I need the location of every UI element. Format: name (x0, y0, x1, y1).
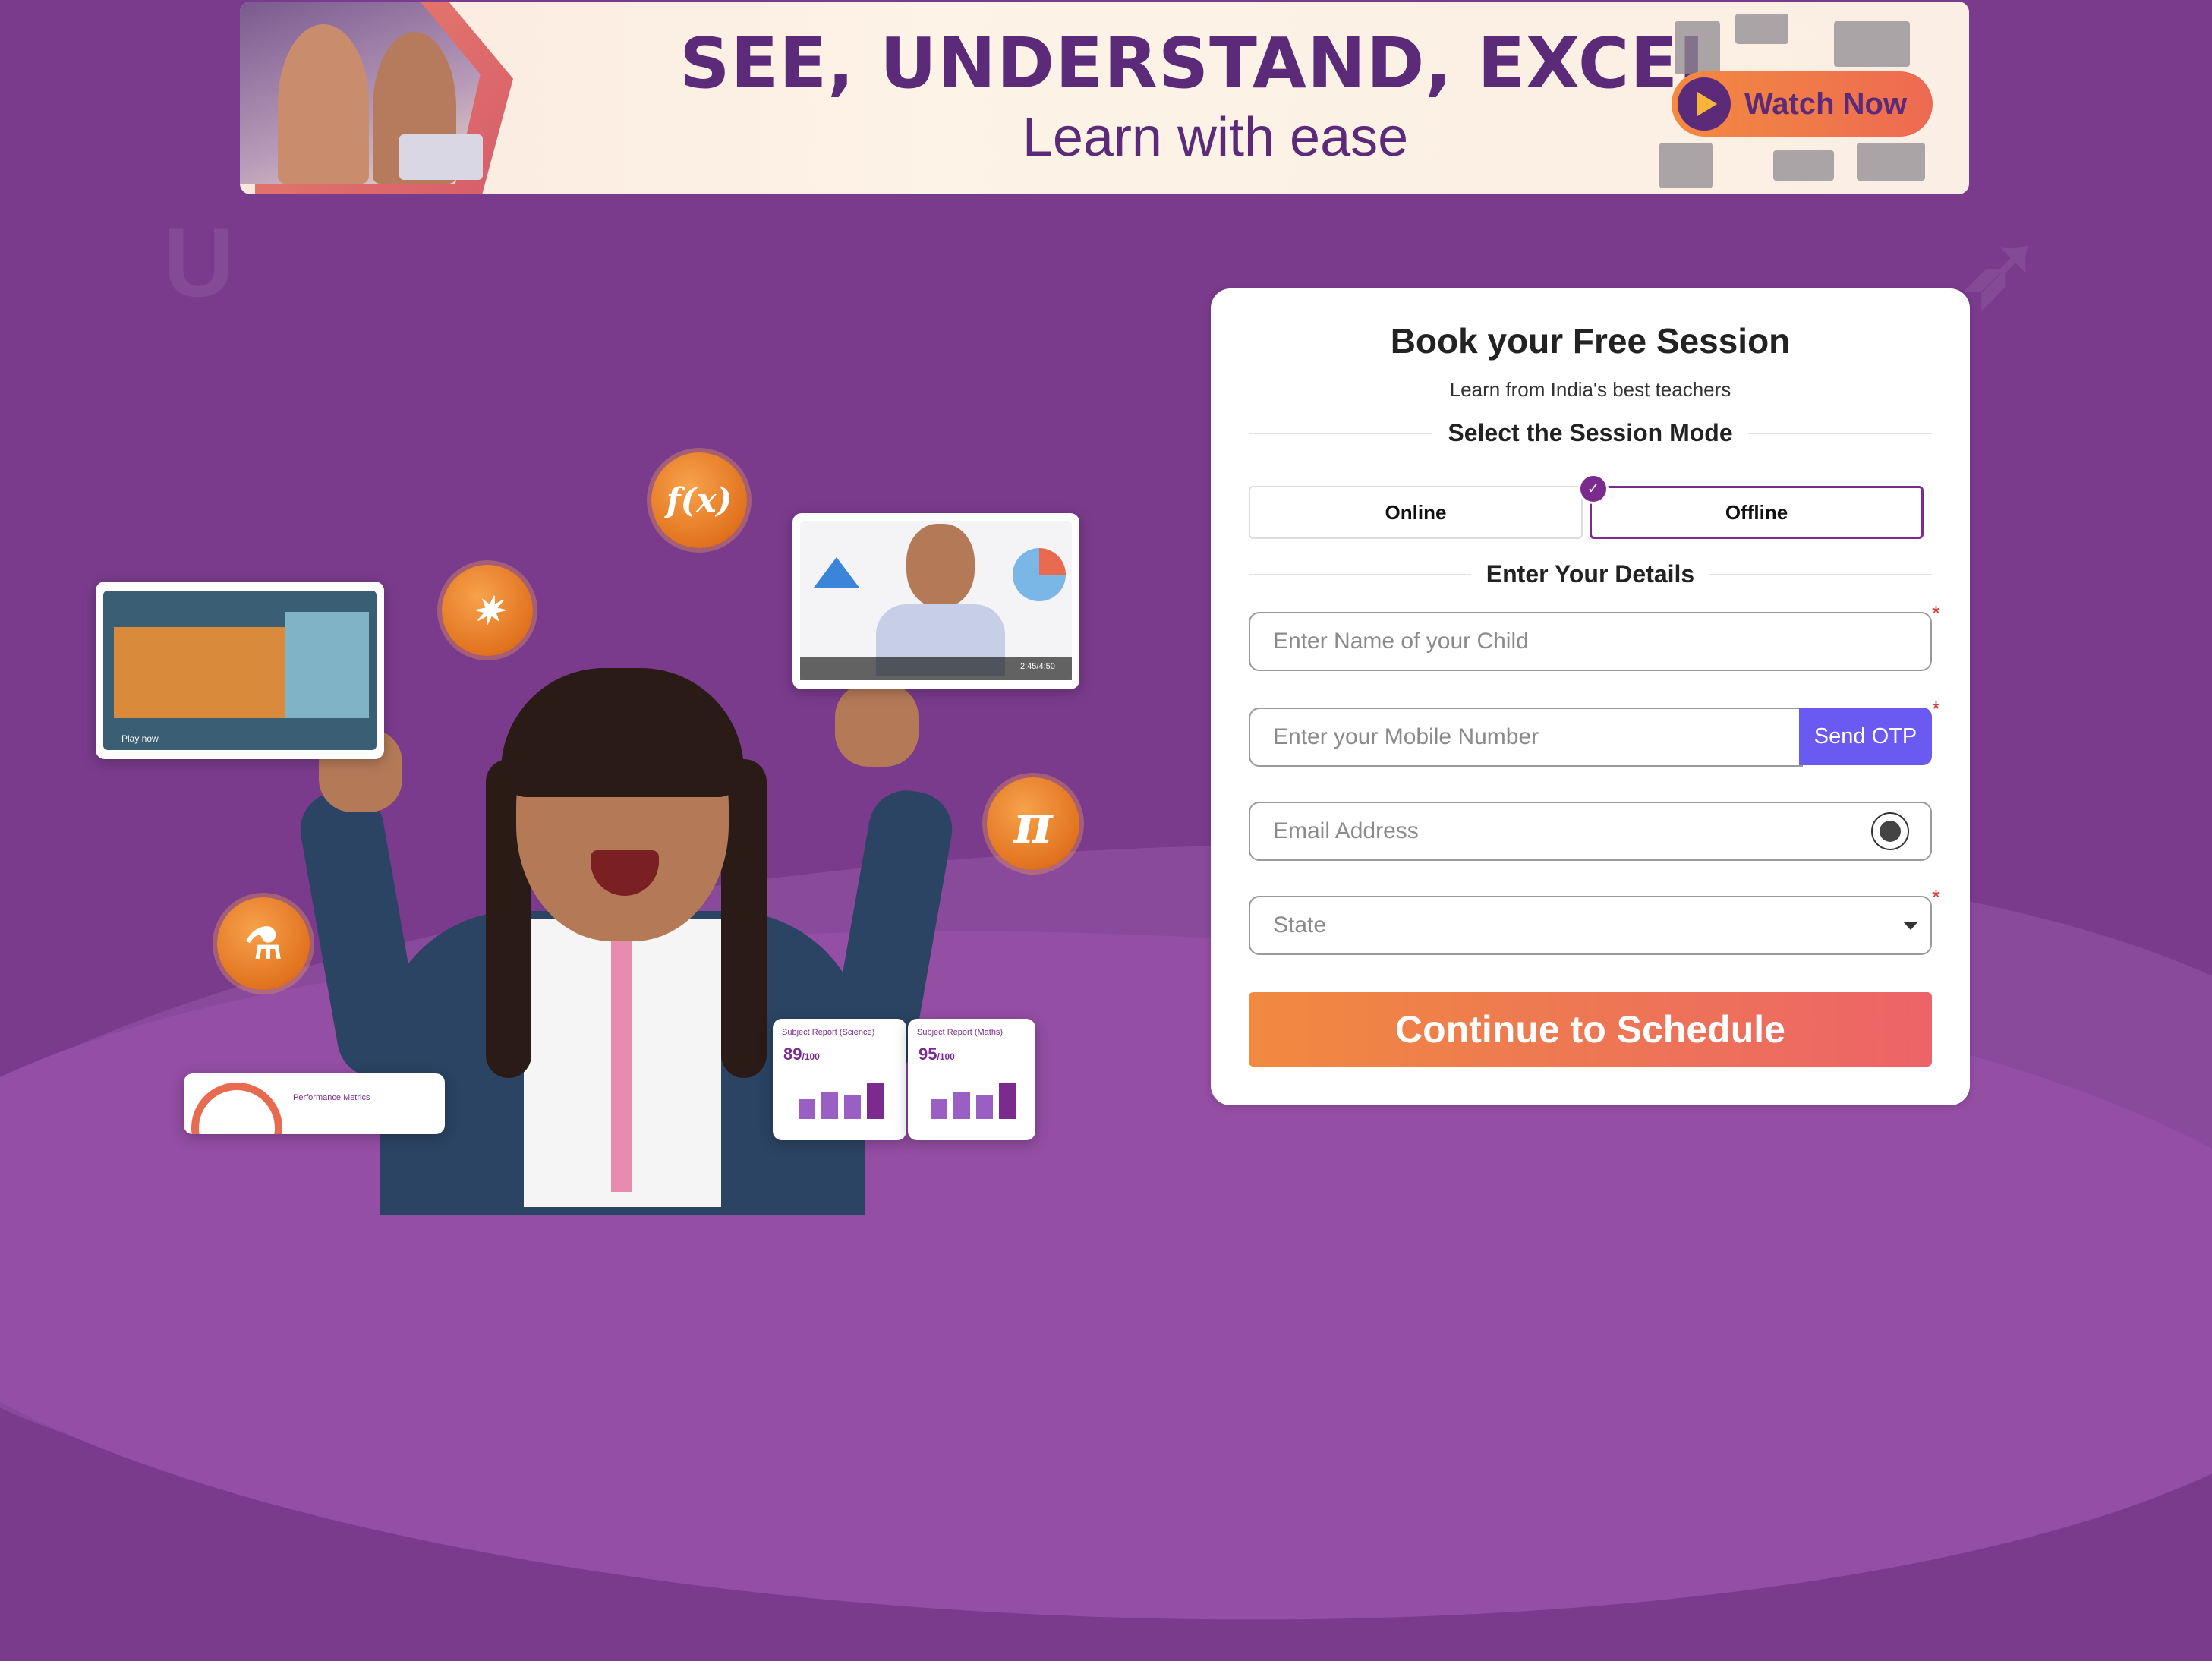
chevron-down-icon (1903, 922, 1918, 930)
performance-metrics-card: Performance Metrics (184, 1073, 445, 1134)
pi-orb-icon: π (987, 777, 1079, 870)
child-name-field[interactable]: Enter Name of your Child (1249, 612, 1932, 671)
function-orb-icon: f(x) (651, 452, 747, 548)
magnet-doodle-icon: U (163, 206, 235, 317)
science-report-card: Subject Report (Science) 89/100 (773, 1019, 906, 1140)
molecule-orb-icon: ✷ (442, 565, 533, 656)
watch-now-label: Watch Now (1744, 87, 1908, 121)
state-placeholder: State (1273, 912, 1327, 938)
required-marker: * (1932, 885, 1940, 909)
play-now-label: Play now (121, 733, 159, 744)
periodic-table-video-card: Play now (96, 582, 384, 759)
rocket-doodle-icon: ➶ (1958, 215, 2041, 326)
flask-orb-icon: ⚗ (217, 897, 310, 990)
required-marker: * (1932, 601, 1940, 625)
play-icon (1678, 77, 1731, 131)
required-marker: * (1932, 697, 1940, 720)
session-mode-heading: Select the Session Mode (1211, 419, 1970, 447)
banner-photo (240, 2, 544, 194)
state-select[interactable]: State (1249, 896, 1932, 955)
booking-form: Book your Free Session Learn from India'… (1211, 288, 1970, 1105)
promo-banner[interactable]: SEE, UNDERSTAND, EXCEL. Learn with ease … (240, 2, 1969, 194)
autofill-icon[interactable] (1871, 812, 1909, 850)
email-field[interactable]: Email Address (1249, 802, 1932, 861)
form-subtitle: Learn from India's best teachers (1449, 378, 1731, 401)
mode-online-button[interactable]: Online (1249, 486, 1583, 539)
mobile-number-field[interactable]: Enter your Mobile Number (1249, 708, 1803, 767)
video-timestamp: 2:45/4:50 (1020, 662, 1055, 671)
send-otp-button[interactable]: Send OTP (1799, 708, 1932, 765)
continue-to-schedule-button[interactable]: Continue to Schedule (1249, 992, 1932, 1067)
form-title: Book your Free Session (1390, 321, 1791, 361)
watch-now-button[interactable]: Watch Now (1672, 71, 1933, 137)
email-placeholder: Email Address (1273, 818, 1419, 843)
maths-report-card: Subject Report (Maths) 95/100 (908, 1019, 1035, 1140)
teacher-video-card: 2:45/4:50 (792, 513, 1079, 689)
checkmark-icon: ✓ (1578, 474, 1609, 504)
details-heading: Enter Your Details (1211, 560, 1970, 588)
mode-offline-button[interactable]: Offline (1590, 486, 1924, 539)
